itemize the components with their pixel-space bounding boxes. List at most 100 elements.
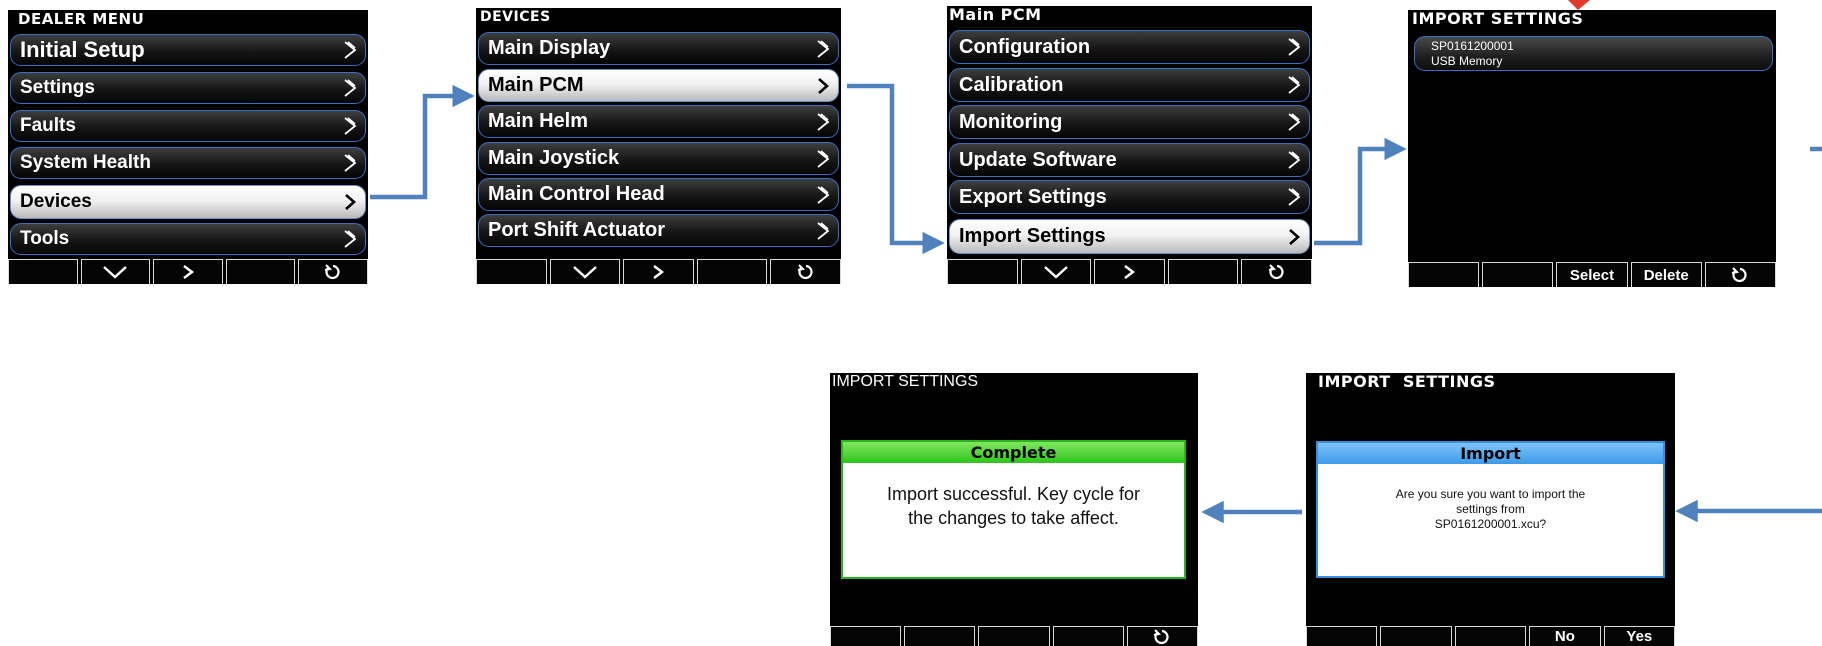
- chevron-right-icon: [344, 41, 357, 59]
- softkey-1[interactable]: [1408, 262, 1480, 287]
- menu-item-export-settings[interactable]: Export Settings: [949, 180, 1310, 214]
- dialog-message-line: settings from: [1456, 502, 1525, 516]
- softkey-2[interactable]: [1482, 262, 1554, 287]
- softkey-back[interactable]: [770, 259, 841, 284]
- menu-item-devices[interactable]: Devices: [10, 185, 366, 219]
- chevron-right-icon: [817, 149, 830, 168]
- softkey-bar: [947, 259, 1312, 284]
- dialog-message: Are you sure you want to import the sett…: [1326, 487, 1655, 532]
- softkey-select[interactable]: Select: [1556, 262, 1628, 287]
- dialog-message: Import successful. Key cycle for the cha…: [851, 482, 1176, 530]
- menu-item-main-display[interactable]: Main Display: [478, 32, 839, 65]
- softkey-delete[interactable]: Delete: [1630, 262, 1702, 287]
- softkey-1[interactable]: [8, 259, 78, 284]
- menu-item-faults[interactable]: Faults: [10, 110, 366, 142]
- import-file-source: USB Memory: [1431, 54, 1503, 68]
- menu-item-initial-setup[interactable]: Initial Setup: [10, 34, 366, 66]
- menu-item-label: Faults: [20, 115, 76, 136]
- softkey-bar: [830, 626, 1199, 646]
- softkey-back[interactable]: [1704, 262, 1777, 287]
- screen-title: IMPORT SETTINGS: [1318, 373, 1496, 391]
- softkey-2[interactable]: [1380, 626, 1452, 646]
- menu-item-label: Configuration: [959, 36, 1091, 58]
- chevron-right-icon: [345, 194, 356, 210]
- menu-item-label: Update Software: [959, 149, 1117, 171]
- chevron-right-icon: [817, 221, 830, 240]
- menu-item-label: Initial Setup: [20, 37, 145, 62]
- menu-item-label: Main Control Head: [488, 183, 665, 205]
- dealer-menu-screen: DEALER MENU Initial Setup Settings Fault…: [8, 10, 368, 284]
- softkey-4[interactable]: [1052, 626, 1124, 646]
- softkey-down[interactable]: [549, 259, 621, 284]
- menu-item-label: Tools: [20, 228, 70, 249]
- import-file-item[interactable]: SP0161200001 USB Memory: [1414, 36, 1773, 71]
- menu-item-tools[interactable]: Tools: [10, 223, 366, 255]
- dialog-title: Import: [1318, 443, 1663, 464]
- menu-item-monitoring[interactable]: Monitoring: [949, 105, 1310, 139]
- softkey-1[interactable]: [1306, 626, 1378, 646]
- menu-item-system-health[interactable]: System Health: [10, 147, 366, 179]
- softkey-1[interactable]: [830, 626, 902, 646]
- devices-screen: DEVICES Main Display Main PCM Main Helm …: [476, 8, 841, 284]
- menu-item-import-settings[interactable]: Import Settings: [949, 219, 1310, 254]
- back-rotate-icon: [324, 264, 340, 280]
- softkey-right[interactable]: [153, 259, 223, 284]
- softkey-1[interactable]: [476, 259, 547, 284]
- chevron-right-icon: [1288, 188, 1301, 206]
- chevron-right-icon: [1288, 151, 1301, 169]
- dialog-message-line: Are you sure you want to import the: [1395, 487, 1586, 501]
- import-dialog: Import Are you sure you want to import t…: [1316, 441, 1665, 578]
- screen-title: IMPORT SETTINGS: [832, 373, 979, 390]
- menu-item-main-joystick[interactable]: Main Joystick: [478, 142, 839, 175]
- softkey-bar: [476, 259, 841, 284]
- chevron-right-icon: [344, 79, 357, 97]
- menu-item-update-software[interactable]: Update Software: [949, 143, 1310, 177]
- menu-item-label: Import Settings: [959, 225, 1106, 247]
- menu-item-settings[interactable]: Settings: [10, 72, 366, 104]
- softkey-right[interactable]: [1094, 259, 1165, 284]
- softkey-4[interactable]: [1167, 259, 1239, 284]
- softkey-back[interactable]: [298, 259, 368, 284]
- softkey-4[interactable]: [696, 259, 768, 284]
- menu-item-main-helm[interactable]: Main Helm: [478, 105, 839, 138]
- chevron-down-icon: [103, 266, 128, 279]
- menu-item-main-control-head[interactable]: Main Control Head: [478, 178, 839, 211]
- softkey-3[interactable]: [978, 626, 1050, 646]
- softkey-no[interactable]: No: [1529, 626, 1601, 646]
- menu-item-label: Main Display: [488, 37, 611, 59]
- softkey-bar: [8, 259, 368, 284]
- chevron-right-icon: [817, 112, 830, 131]
- menu-item-label: Port Shift Actuator: [488, 219, 666, 241]
- import-file-name: SP0161200001: [1431, 39, 1514, 53]
- softkey-1[interactable]: [947, 259, 1018, 284]
- softkey-4[interactable]: [225, 259, 296, 284]
- main-pcm-screen: Main PCM Configuration Calibration Monit…: [947, 6, 1312, 284]
- menu-item-label: System Health: [20, 152, 151, 173]
- chevron-right-icon: [1288, 113, 1301, 131]
- chevron-right-icon: [344, 154, 357, 172]
- menu-item-main-pcm[interactable]: Main PCM: [478, 69, 839, 102]
- dialog-message-line: the changes to take affect.: [908, 508, 1119, 528]
- softkey-down[interactable]: [1020, 259, 1092, 284]
- chevron-right-icon: [1124, 265, 1136, 279]
- menu-item-port-shift-actuator[interactable]: Port Shift Actuator: [478, 214, 839, 247]
- menu-item-label: Main Helm: [488, 110, 589, 132]
- softkey-back[interactable]: [1241, 259, 1312, 284]
- menu-item-calibration[interactable]: Calibration: [949, 68, 1310, 102]
- menu-item-label: Export Settings: [959, 186, 1107, 208]
- softkey-3[interactable]: [1454, 626, 1527, 646]
- menu-item-configuration[interactable]: Configuration: [949, 30, 1310, 64]
- screen-title: DEALER MENU: [18, 10, 145, 28]
- chevron-right-icon: [1289, 228, 1300, 245]
- import-complete-screen: IMPORT SETTINGS Complete Import successf…: [830, 373, 1199, 646]
- screen-title: IMPORT SETTINGS: [1412, 10, 1584, 28]
- chevron-right-icon: [1288, 76, 1301, 94]
- softkey-right[interactable]: [623, 259, 694, 284]
- dialog-message-line: Import successful. Key cycle for: [886, 484, 1141, 504]
- softkey-back[interactable]: [1126, 626, 1199, 646]
- import-confirm-screen: IMPORT SETTINGS Import Are you sure you …: [1306, 373, 1676, 646]
- softkey-2[interactable]: [904, 626, 976, 646]
- softkey-down[interactable]: [80, 259, 151, 284]
- softkey-yes[interactable]: Yes: [1603, 626, 1676, 646]
- softkey-bar: Select Delete: [1408, 262, 1777, 287]
